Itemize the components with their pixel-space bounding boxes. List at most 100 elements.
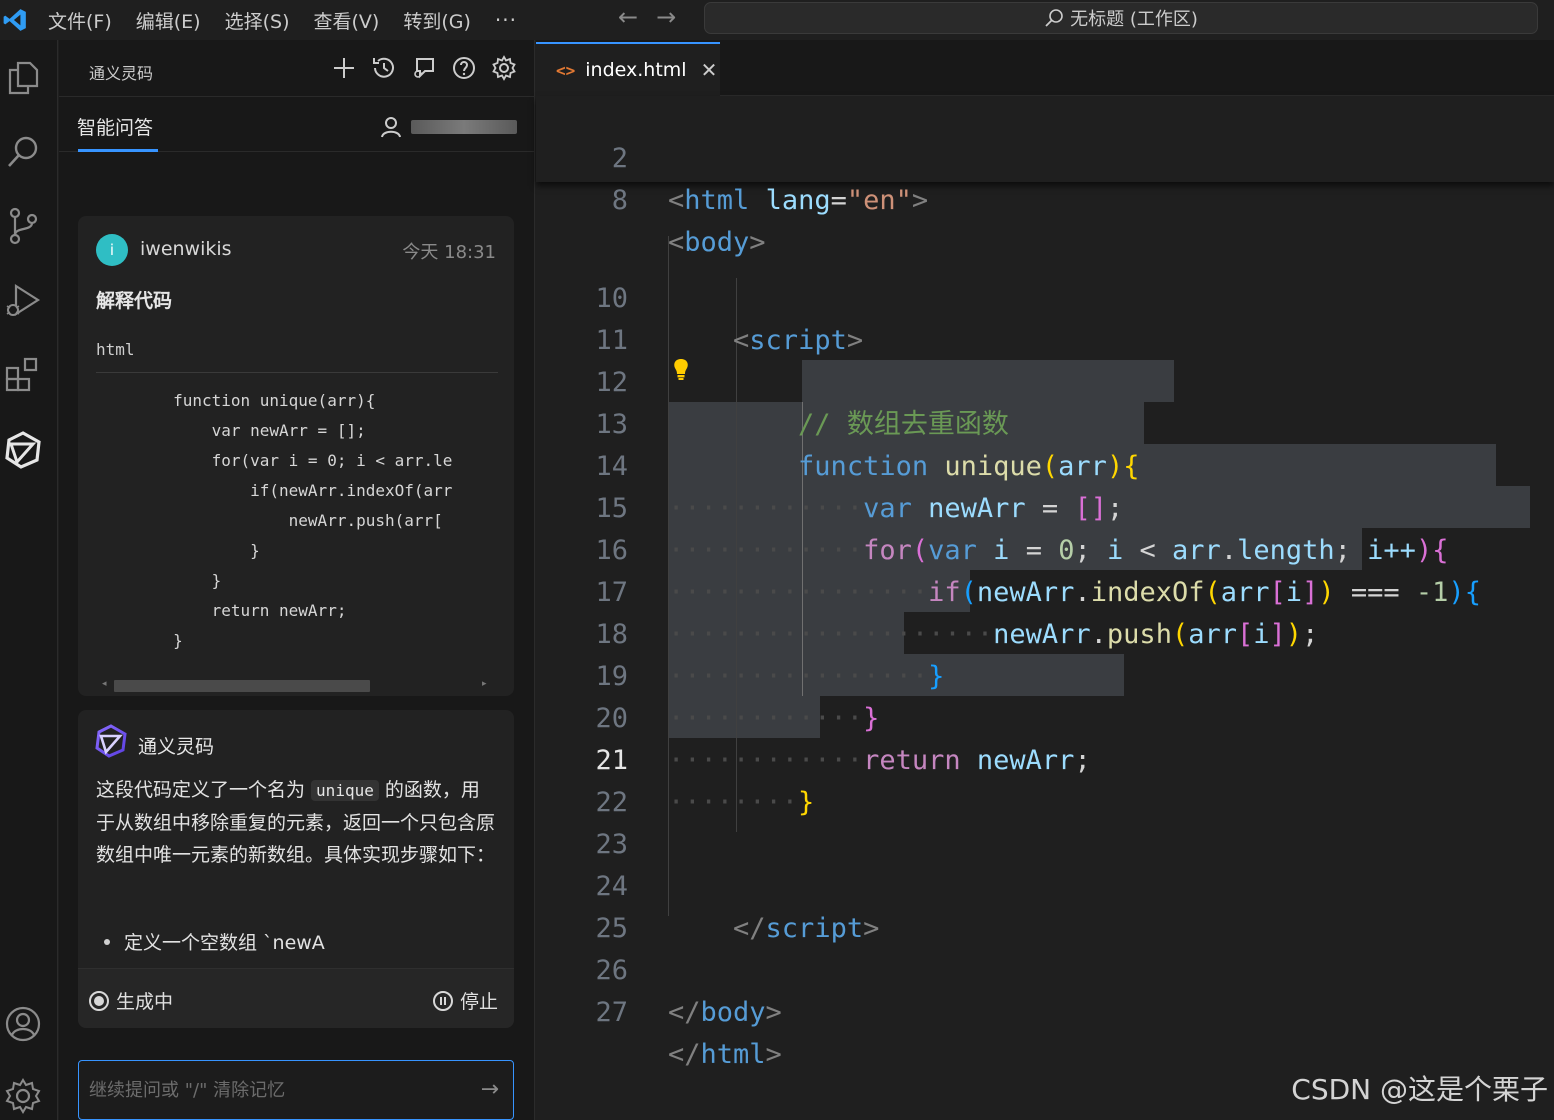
title-bar: 文件(F) 编辑(E) 选择(S) 查看(V) 转到(G) ··· ← → 无标… <box>0 0 1554 40</box>
bullet-text: 定义一个空数组 `newA <box>124 932 325 954</box>
explorer-icon[interactable] <box>3 58 43 98</box>
panel-settings-gear-icon[interactable] <box>491 54 517 82</box>
scroll-left-icon[interactable]: ◂ <box>102 679 107 689</box>
close-icon[interactable]: ✕ <box>701 58 718 82</box>
editor-tab-bar: <> index.html ✕ <box>536 40 1554 96</box>
code-editor: <> index.html ✕ 2 <html lang="en"> 8 <bo… <box>536 40 1554 1120</box>
code-text: ············return newArr; <box>668 745 1091 776</box>
loading-spinner-icon <box>89 990 109 1011</box>
panel-tabs: 智能问答 <box>59 96 535 152</box>
code-line: 11 <box>536 278 1554 356</box>
extensions-icon[interactable] <box>3 354 43 394</box>
source-control-icon[interactable] <box>3 206 43 246</box>
html-file-icon: <> <box>556 60 576 80</box>
tab-index-html[interactable]: <> index.html ✕ <box>536 42 720 96</box>
code-text: </html> <box>668 1039 782 1070</box>
panel-actions <box>331 54 517 82</box>
generating-label: 生成中 <box>116 991 174 1013</box>
activity-bar <box>0 40 58 1120</box>
code-line: 2 <html lang="en"> <box>536 96 1554 216</box>
menu-more-button[interactable]: ··· <box>495 8 517 32</box>
chat-input-box: → <box>78 1060 514 1120</box>
panel-title: 通义灵码 <box>89 64 154 83</box>
code-text: </body> <box>668 997 782 1028</box>
line-number: 8 <box>611 185 628 216</box>
help-icon[interactable] <box>451 54 477 82</box>
code-text: ····················newArr.push(arr[i]); <box>668 619 1319 650</box>
tongyi-side-panel: 通义灵码 智能问答 i iwenwikis 今天 18:31 解释代码 html… <box>59 40 535 1120</box>
scroll-right-icon[interactable]: ▸ <box>482 679 487 689</box>
code-line: if(newArr.indexOf(arr <box>96 481 453 500</box>
menu-view[interactable]: 查看(V) <box>314 7 380 34</box>
code-line: var newArr = []; <box>96 421 366 440</box>
bullet-dot <box>104 938 110 945</box>
redacted-username <box>411 120 517 134</box>
menu-go[interactable]: 转到(G) <box>403 7 471 34</box>
code-text: // 数组去重函数 <box>798 409 1009 440</box>
tab-filename: index.html <box>585 59 687 81</box>
vscode-logo-icon <box>3 9 26 31</box>
navigation-arrows: ← → <box>618 3 676 31</box>
code-line: 8 <body> <box>536 138 1554 258</box>
stop-button[interactable]: 停止 <box>432 987 498 1014</box>
code-line: } <box>96 631 183 650</box>
code-line: for(var i = 0; i < arr.le <box>96 451 453 470</box>
code-line: 25 <box>536 866 1554 944</box>
question-username: iwenwikis <box>140 238 232 260</box>
user-icon <box>381 117 401 138</box>
question-card: i iwenwikis 今天 18:31 解释代码 html function … <box>78 216 514 696</box>
tongyi-logo-icon <box>95 724 127 758</box>
stop-label: 停止 <box>459 991 498 1013</box>
settings-gear-icon[interactable] <box>3 1076 43 1116</box>
answer-author: 通义灵码 <box>138 736 215 758</box>
code-text: <body> <box>668 227 766 258</box>
account-icon[interactable] <box>3 1004 43 1044</box>
new-chat-plus-icon[interactable] <box>331 54 357 82</box>
active-tab-indicator <box>78 149 158 152</box>
user-account[interactable] <box>379 115 517 139</box>
scrollbar-thumb[interactable] <box>114 680 370 692</box>
answer-text: 这段代码定义了一个名为 unique 的函数，用于从数组中移除重复的元素，返回一… <box>96 774 496 871</box>
code-text: <script> <box>733 325 864 356</box>
menu-edit[interactable]: 编辑(E) <box>136 7 201 34</box>
forward-arrow-icon[interactable]: → <box>656 3 676 31</box>
workspace-title: 无标题 (工作区) <box>1070 9 1198 30</box>
line-number: 27 <box>595 997 628 1028</box>
divider <box>96 372 498 373</box>
back-arrow-icon[interactable]: ← <box>618 3 638 31</box>
feedback-icon[interactable] <box>411 54 437 82</box>
code-text: ············var newArr = []; <box>668 493 1124 524</box>
command-center-search[interactable]: 无标题 (工作区) <box>704 2 1538 34</box>
sticky-scroll-header: 2 <html lang="en"> 8 <body> <box>536 96 1554 258</box>
code-language-label: html <box>96 340 135 359</box>
generating-status: 生成中 <box>88 987 173 1014</box>
code-line: } <box>96 571 222 590</box>
search-icon[interactable] <box>3 132 43 172</box>
chat-input[interactable] <box>79 1061 459 1119</box>
code-text: ············} <box>668 703 880 734</box>
menu-selection[interactable]: 选择(S) <box>225 7 290 34</box>
avatar: i <box>96 234 128 266</box>
send-arrow-icon[interactable]: → <box>481 1077 499 1102</box>
menu-file[interactable]: 文件(F) <box>48 7 112 34</box>
history-icon[interactable] <box>371 54 397 82</box>
tab-smart-qa[interactable]: 智能问答 <box>77 113 153 140</box>
run-debug-icon[interactable] <box>3 280 43 320</box>
question-title: 解释代码 <box>96 290 173 312</box>
tongyi-lingma-icon[interactable] <box>3 430 43 470</box>
horizontal-scrollbar[interactable]: ◂ ▸ <box>96 678 498 692</box>
lightbulb-icon[interactable] <box>672 358 690 382</box>
code-line: return newArr; <box>96 601 347 620</box>
csdn-watermark: CSDN @这是个栗子 <box>1291 1073 1548 1106</box>
code-area[interactable]: 2 <html lang="en"> 8 <body> 10 <script> <box>536 96 1554 1120</box>
panel-header: 通义灵码 <box>59 40 535 96</box>
code-line: 27 </html> <box>536 950 1554 1070</box>
question-timestamp: 今天 18:31 <box>402 242 496 263</box>
pause-icon <box>432 990 453 1011</box>
code-line: 24 </script> <box>536 824 1554 944</box>
inline-code: unique <box>311 780 379 801</box>
code-line: } <box>96 541 260 560</box>
search-icon <box>1045 9 1063 27</box>
generation-status-bar: 生成中 停止 <box>78 968 514 1028</box>
question-code-block: function unique(arr){ var newArr = []; f… <box>96 386 498 674</box>
